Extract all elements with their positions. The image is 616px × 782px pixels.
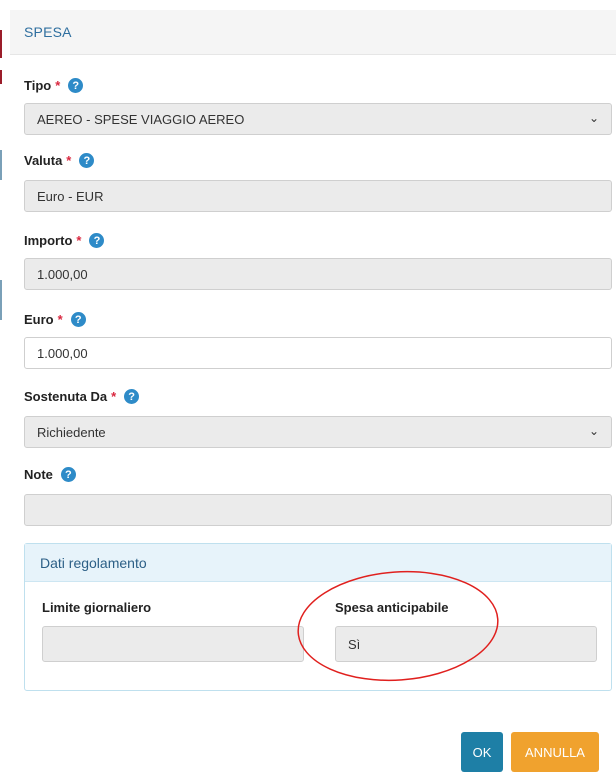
dialog-header: SPESA [10, 10, 616, 55]
required-mark: * [55, 78, 61, 93]
required-mark: * [76, 233, 82, 248]
sostenuta-select[interactable]: Richiedente ⌄ [24, 416, 612, 448]
valuta-field: Euro - EUR [24, 180, 612, 212]
panel-title: Dati regolamento [40, 555, 147, 571]
dialog-title: SPESA [24, 24, 72, 40]
help-icon[interactable]: ? [89, 233, 105, 248]
limite-field [42, 626, 304, 662]
chevron-down-icon: ⌄ [588, 111, 599, 125]
edge-mark [0, 150, 2, 180]
importo-field: 1.000,00 [24, 258, 612, 290]
edge-mark [0, 30, 2, 58]
valuta-label: Valuta *? [24, 153, 95, 168]
chevron-down-icon: ⌄ [588, 424, 599, 438]
annotation-ellipse [297, 570, 499, 682]
tipo-label: Tipo *? [24, 78, 84, 93]
sostenuta-label: Sostenuta Da *? [24, 389, 140, 404]
required-mark: * [57, 312, 63, 327]
help-icon[interactable]: ? [124, 389, 140, 404]
ok-button[interactable]: OK [461, 732, 503, 772]
help-icon[interactable]: ? [70, 312, 86, 327]
help-icon[interactable]: ? [60, 467, 76, 482]
euro-label: Euro *? [24, 312, 86, 327]
note-field [24, 494, 612, 526]
euro-input[interactable]: 1.000,00 [24, 337, 612, 369]
limite-label: Limite giornaliero [42, 600, 152, 615]
help-icon[interactable]: ? [68, 78, 84, 93]
edge-mark [0, 70, 2, 84]
required-mark: * [66, 153, 72, 168]
cancel-button[interactable]: ANNULLA [511, 732, 599, 772]
edge-mark [0, 280, 2, 320]
help-icon[interactable]: ? [79, 153, 95, 168]
tipo-select[interactable]: AEREO - SPESE VIAGGIO AEREO ⌄ [24, 103, 612, 135]
importo-label: Importo *? [24, 233, 105, 248]
required-mark: * [111, 389, 117, 404]
note-label: Note? [24, 467, 76, 482]
